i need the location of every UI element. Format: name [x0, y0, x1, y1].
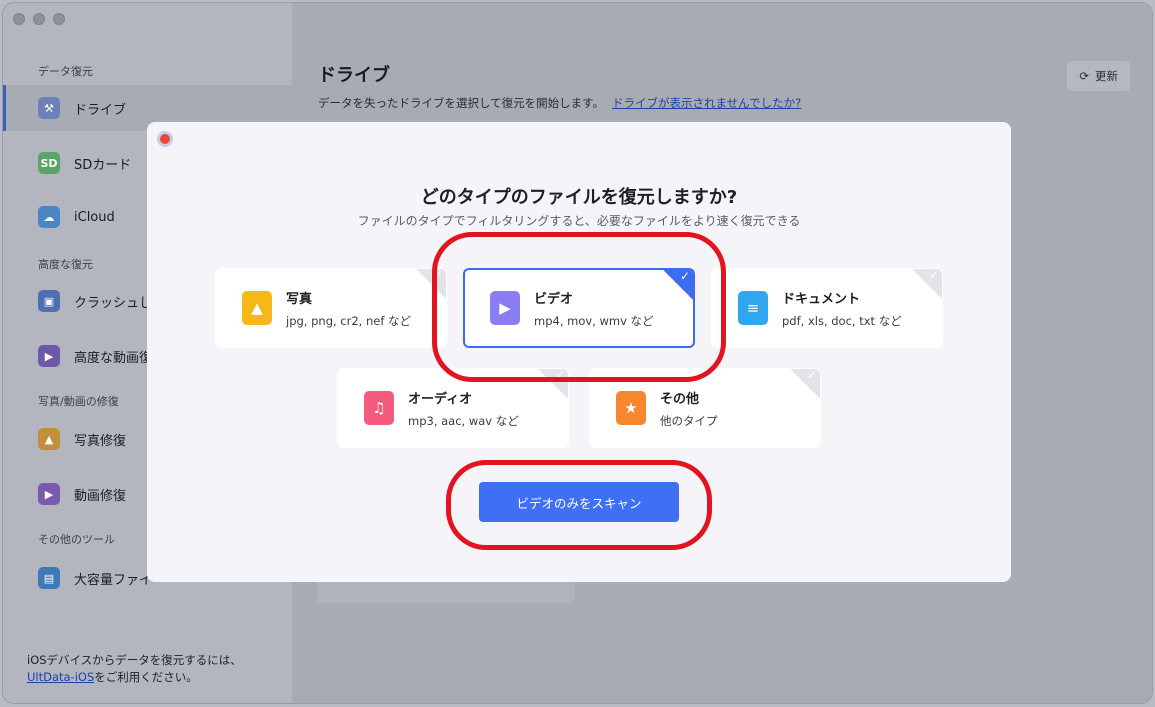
sidebar-footer: iOSデバイスからデータを復元するには、 UltData-iOSをご利用ください… — [27, 652, 242, 686]
window-controls — [13, 13, 65, 25]
type-card-other[interactable]: ✓ ★ その他 他のタイプ — [589, 368, 821, 448]
check-icon: ✓ — [928, 268, 939, 282]
photo-repair-icon: ▲ — [38, 428, 60, 450]
close-window-button[interactable] — [13, 13, 25, 25]
type-card-photo[interactable]: ✓ ▲ 写真 jpg, png, cr2, nef など — [215, 268, 447, 348]
check-icon: ✓ — [806, 368, 817, 382]
refresh-label: 更新 — [1095, 71, 1118, 83]
sidebar-item-label: クラッシュし — [74, 295, 153, 311]
sidebar-section-other: その他のツール — [38, 533, 115, 546]
sd-card-icon: SD — [38, 152, 60, 174]
dialog-subtitle: ファイルのタイプでフィルタリングすると、必要なファイルをより速く復元できる — [357, 214, 801, 228]
footer-text: iOSデバイスからデータを復元するには、 — [27, 653, 242, 667]
type-desc: jpg, png, cr2, nef など — [286, 313, 412, 328]
type-name: オーディオ — [408, 391, 473, 407]
other-file-icon: ★ — [616, 391, 646, 425]
sidebar-section-recovery: データ復元 — [38, 65, 93, 78]
sidebar-item-label: 大容量ファイ — [74, 572, 153, 588]
type-desc: 他のタイプ — [660, 413, 718, 428]
audio-file-icon: ♫ — [364, 391, 394, 425]
drive-icon: ⚒ — [38, 97, 60, 119]
type-desc: mp3, aac, wav など — [408, 413, 519, 428]
minimize-window-button[interactable] — [33, 13, 45, 25]
check-icon: ✓ — [679, 269, 690, 283]
check-icon: ✓ — [554, 368, 565, 382]
scan-video-only-button[interactable]: ビデオのみをスキャン — [479, 482, 679, 522]
type-name: その他 — [660, 391, 700, 407]
type-desc: mp4, mov, wmv など — [534, 313, 654, 328]
close-dialog-button[interactable] — [157, 131, 173, 147]
video-file-icon: ▶ — [490, 291, 520, 325]
checkbox-corner: ✓ — [790, 369, 820, 399]
refresh-icon: ⟳ — [1079, 71, 1089, 83]
refresh-button[interactable]: ⟳ 更新 — [1067, 61, 1130, 91]
type-card-document[interactable]: ✓ ≡ ドキュメント pdf, xls, doc, txt など — [711, 268, 943, 348]
type-desc: pdf, xls, doc, txt など — [782, 313, 902, 328]
sidebar-item-label: 動画修復 — [74, 488, 127, 504]
video-repair-icon: ▶ — [38, 483, 60, 505]
sidebar-item-label: iCloud — [74, 209, 115, 225]
page-title: ドライブ — [318, 65, 390, 86]
footer-suffix: をご利用ください。 — [94, 670, 198, 684]
checkbox-corner: ✓ — [663, 270, 693, 300]
page-subtitle: データを失ったドライブを選択して復元を開始します。 ドライブが表示されませんでした… — [318, 95, 801, 111]
document-file-icon: ≡ — [738, 291, 768, 325]
type-card-video[interactable]: ✓ ▶ ビデオ mp4, mov, wmv など — [463, 268, 695, 348]
type-card-audio[interactable]: ✓ ♫ オーディオ mp3, aac, wav など — [337, 368, 569, 448]
page-subtitle-text: データを失ったドライブを選択して復元を開始します。 — [318, 96, 605, 110]
sidebar-item-label: ドライブ — [74, 102, 127, 118]
checkbox-corner: ✓ — [912, 269, 942, 299]
checkbox-corner: ✓ — [538, 369, 568, 399]
sidebar-item-label: SDカード — [74, 157, 132, 173]
type-name: ビデオ — [534, 291, 574, 307]
dialog-title: どのタイプのファイルを復元しますか? — [420, 187, 738, 208]
sidebar-item-label: 高度な動画復 — [74, 350, 153, 366]
zoom-window-button[interactable] — [53, 13, 65, 25]
file-type-dialog: どのタイプのファイルを復元しますか? ファイルのタイプでフィルタリングすると、必… — [147, 122, 1011, 582]
type-name: ドキュメント — [782, 291, 861, 307]
drive-missing-link[interactable]: ドライブが表示されませんでしたか? — [612, 96, 801, 110]
icloud-icon: ☁ — [38, 206, 60, 228]
ultdata-ios-link[interactable]: UltData-iOS — [27, 670, 94, 684]
image-file-icon: ▲ — [242, 291, 272, 325]
advanced-video-icon: ▶ — [38, 345, 60, 367]
sidebar-section-advanced: 高度な復元 — [38, 258, 93, 271]
check-icon: ✓ — [432, 268, 443, 282]
large-file-icon: ▤ — [38, 567, 60, 589]
sidebar-section-repair: 写真/動画の修復 — [38, 395, 119, 408]
checkbox-corner: ✓ — [416, 269, 446, 299]
crash-computer-icon: ▣ — [38, 290, 60, 312]
type-name: 写真 — [286, 291, 313, 307]
sidebar-item-label: 写真修復 — [74, 433, 127, 449]
